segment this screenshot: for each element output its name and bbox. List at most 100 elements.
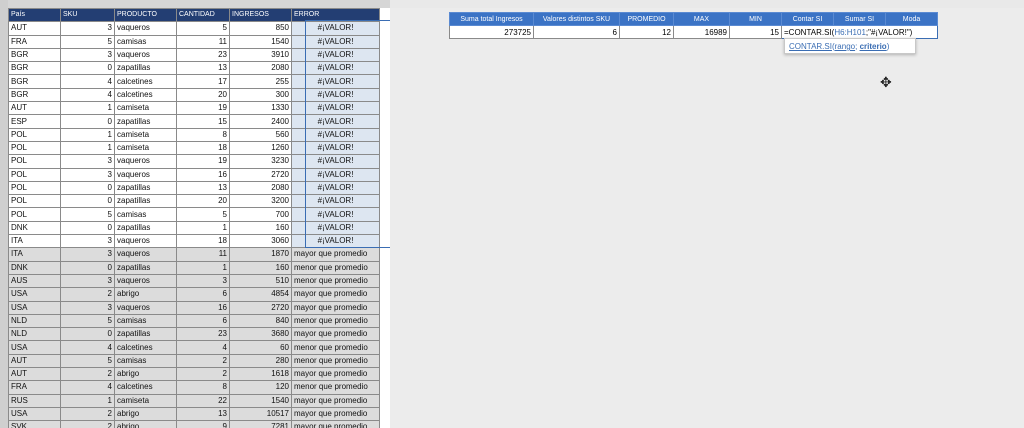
cell-producto[interactable]: vaqueros [114,300,177,315]
cell-producto[interactable]: vaqueros [114,167,177,182]
cell-pais[interactable]: FRA [8,34,61,49]
cell-error[interactable]: menor que promedio [291,353,380,369]
cell-cantidad[interactable]: 8 [176,127,230,142]
cell-cantidad[interactable]: 8 [176,380,230,395]
cell-error[interactable]: #¡VALOR! [291,167,380,182]
cell-cantidad[interactable]: 4 [176,340,230,355]
stats-header-sumar-si[interactable]: Sumar SI [833,12,886,26]
cell-cantidad[interactable]: 18 [176,234,230,249]
cell-cantidad[interactable]: 18 [176,140,230,156]
cell-sku[interactable]: 2 [60,406,115,422]
formula-cell-editing[interactable]: =CONTAR.SI(H6:H101;"#¡VALOR!") [781,25,938,39]
cell-producto[interactable]: camiseta [114,393,177,408]
cell-pais[interactable]: POL [8,140,61,156]
cell-cantidad[interactable]: 9 [176,420,230,428]
cell-producto[interactable]: vaqueros [114,154,177,169]
stats-header-moda[interactable]: Moda [885,12,938,26]
cell-ingresos[interactable]: 160 [229,260,292,275]
cell-error[interactable]: mayor que promedio [291,287,380,302]
cell-error[interactable]: mayor que promedio [291,327,380,342]
cell-error[interactable]: mayor que promedio [291,300,380,315]
cell-sku[interactable]: 3 [60,247,115,262]
cell-ingresos[interactable]: 1330 [229,101,292,116]
stats-value-min[interactable]: 15 [729,25,782,39]
cell-producto[interactable]: abrigo [114,406,177,422]
col-header-ingresos[interactable]: INGRESOS [229,8,292,23]
stats-header-max[interactable]: MAX [673,12,730,26]
cell-error[interactable]: mayor que promedio [291,393,380,408]
cell-producto[interactable]: vaqueros [114,21,177,36]
cell-cantidad[interactable]: 15 [176,114,230,129]
cell-pais[interactable]: BGR [8,47,61,63]
cell-ingresos[interactable]: 2400 [229,114,292,129]
cell-ingresos[interactable]: 2080 [229,180,292,196]
cell-pais[interactable]: AUT [8,21,61,36]
cell-pais[interactable]: DNK [8,260,61,275]
stats-value-suma[interactable]: 273725 [449,25,534,39]
cell-ingresos[interactable]: 1540 [229,393,292,408]
cell-sku[interactable]: 1 [60,101,115,116]
cell-error[interactable]: mayor que promedio [291,406,380,422]
stats-header-min[interactable]: MIN [729,12,782,26]
cell-pais[interactable]: USA [8,340,61,355]
cell-sku[interactable]: 3 [60,47,115,63]
cell-error[interactable]: #¡VALOR! [291,127,380,142]
cell-sku[interactable]: 3 [60,154,115,169]
cell-producto[interactable]: calcetines [114,380,177,395]
cell-producto[interactable]: zapatillas [114,220,177,236]
cell-ingresos[interactable]: 255 [229,74,292,89]
cell-pais[interactable]: SVK [8,420,61,428]
cell-error[interactable]: #¡VALOR! [291,180,380,196]
cell-ingresos[interactable]: 2720 [229,300,292,315]
cell-producto[interactable]: abrigo [114,420,177,428]
col-header-producto[interactable]: PRODUCTO [114,8,177,23]
cell-pais[interactable]: ITA [8,234,61,249]
cell-ingresos[interactable]: 3230 [229,154,292,169]
cell-producto[interactable]: zapatillas [114,180,177,196]
cell-error[interactable]: menor que promedio [291,340,380,355]
cell-cantidad[interactable]: 16 [176,167,230,182]
cell-error[interactable]: menor que promedio [291,273,380,289]
cell-cantidad[interactable]: 20 [176,87,230,103]
cell-error[interactable]: menor que promedio [291,380,380,395]
cell-sku[interactable]: 5 [60,313,115,329]
cell-ingresos[interactable]: 7281 [229,420,292,428]
cell-cantidad[interactable]: 23 [176,327,230,342]
cell-cantidad[interactable]: 6 [176,313,230,329]
cell-pais[interactable]: POL [8,127,61,142]
cell-pais[interactable]: POL [8,167,61,182]
cell-error[interactable]: #¡VALOR! [291,140,380,156]
cell-sku[interactable]: 4 [60,74,115,89]
cell-producto[interactable]: camiseta [114,101,177,116]
cell-cantidad[interactable]: 3 [176,273,230,289]
cell-cantidad[interactable]: 22 [176,393,230,408]
cell-cantidad[interactable]: 1 [176,220,230,236]
cell-pais[interactable]: POL [8,207,61,222]
stats-value-distintos[interactable]: 6 [533,25,620,39]
cell-pais[interactable]: DNK [8,220,61,236]
cell-cantidad[interactable]: 6 [176,287,230,302]
cell-cantidad[interactable]: 13 [176,61,230,76]
cell-cantidad[interactable]: 2 [176,353,230,369]
cell-cantidad[interactable]: 19 [176,101,230,116]
cell-pais[interactable]: POL [8,194,61,209]
function-tooltip[interactable]: CONTAR.SI(rango; criterio) [784,38,916,54]
cell-pais[interactable]: BGR [8,61,61,76]
cell-producto[interactable]: camiseta [114,140,177,156]
cell-error[interactable]: #¡VALOR! [291,220,380,236]
cell-sku[interactable]: 5 [60,207,115,222]
cell-sku[interactable]: 0 [60,61,115,76]
cell-ingresos[interactable]: 1870 [229,247,292,262]
stats-header-promedio[interactable]: PROMEDIO [619,12,674,26]
cell-sku[interactable]: 0 [60,194,115,209]
cell-error[interactable]: mayor que promedio [291,367,380,382]
cell-error[interactable]: #¡VALOR! [291,207,380,222]
cell-producto[interactable]: vaqueros [114,234,177,249]
cell-producto[interactable]: camisas [114,34,177,49]
cell-producto[interactable]: vaqueros [114,47,177,63]
cell-ingresos[interactable]: 160 [229,220,292,236]
cell-error[interactable]: menor que promedio [291,260,380,275]
cell-ingresos[interactable]: 2720 [229,167,292,182]
cell-producto[interactable]: zapatillas [114,194,177,209]
cell-pais[interactable]: USA [8,406,61,422]
